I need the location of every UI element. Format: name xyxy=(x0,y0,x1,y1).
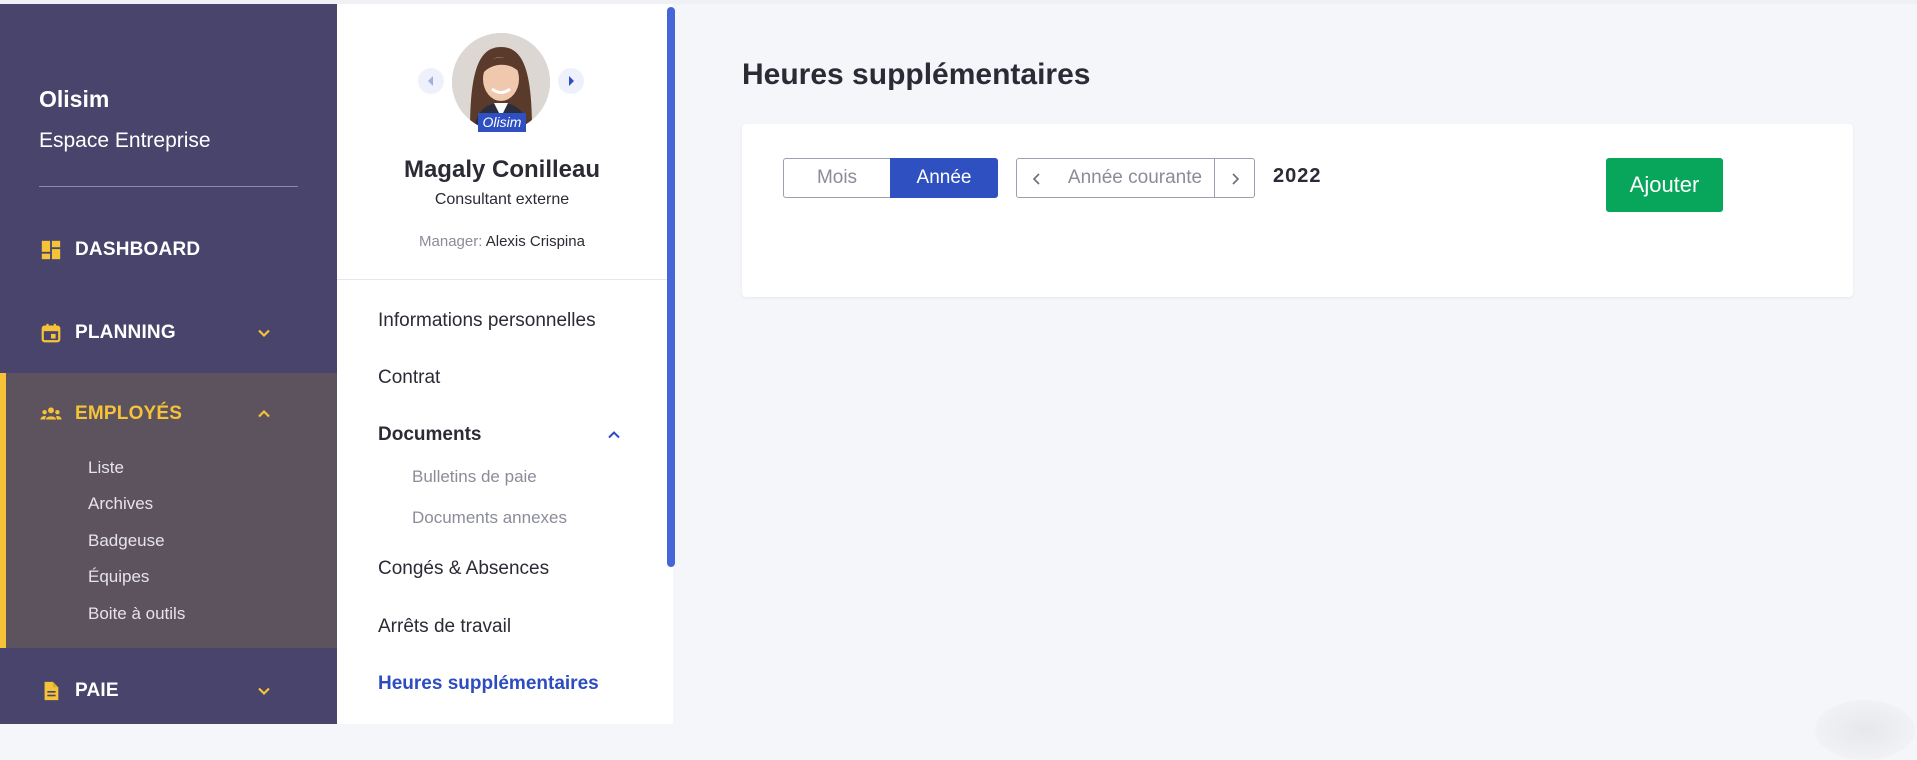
manager-label: Manager: xyxy=(419,233,483,250)
next-period-button[interactable] xyxy=(1214,158,1255,198)
sidebar: Olisim Espace Entreprise DASHBOARD PLANN… xyxy=(0,4,337,724)
sidebar-section-employes: EMPLOYÉS Liste Archives Badgeuse Équipes… xyxy=(0,373,337,648)
period-toggle-annee[interactable]: Année xyxy=(890,158,998,198)
sidebar-item-label: PAIE xyxy=(75,680,119,701)
previous-employee-button[interactable] xyxy=(418,68,444,94)
sidebar-subitem-archives[interactable]: Archives xyxy=(88,494,153,514)
sidebar-item-paie[interactable]: PAIE xyxy=(0,671,337,711)
chevron-up-icon[interactable] xyxy=(607,428,621,442)
corner-shadow xyxy=(1815,700,1915,760)
document-icon xyxy=(44,681,59,701)
employee-name: Magaly Conilleau xyxy=(403,156,601,183)
previous-period-button[interactable] xyxy=(1016,158,1056,198)
selected-year: 2022 xyxy=(1273,165,1322,187)
arrow-right-icon xyxy=(569,76,574,86)
sidebar-item-label: EMPLOYÉS xyxy=(75,403,183,424)
people-icon xyxy=(40,407,62,420)
menu-subitem-documents-annexes[interactable]: Documents annexes xyxy=(412,508,567,528)
brand-name: Olisim xyxy=(39,86,110,112)
sidebar-subitem-boite-a-outils[interactable]: Boite à outils xyxy=(88,604,185,624)
sidebar-item-label: DASHBOARD xyxy=(75,239,201,260)
chevron-down-icon xyxy=(258,329,270,338)
sidebar-divider xyxy=(39,186,298,187)
employee-manager: Manager: Alexis Crispina xyxy=(337,233,667,250)
dashboard-icon xyxy=(41,240,61,260)
next-employee-button[interactable] xyxy=(558,68,584,94)
chevron-down-icon xyxy=(258,687,270,696)
current-period-button[interactable]: Année courante xyxy=(1055,158,1215,198)
panel-scrollbar[interactable] xyxy=(667,7,675,567)
manager-name: Alexis Crispina xyxy=(485,233,585,250)
sidebar-subitem-equipes[interactable]: Équipes xyxy=(88,567,149,587)
sidebar-subitem-badgeuse[interactable]: Badgeuse xyxy=(88,531,165,551)
chevron-left-icon xyxy=(1032,173,1040,185)
menu-item-documents[interactable]: Documents xyxy=(378,424,481,446)
menu-subitem-bulletins-de-paie[interactable]: Bulletins de paie xyxy=(412,467,537,487)
page-title: Heures supplémentaires xyxy=(742,58,1091,91)
sidebar-item-planning[interactable]: PLANNING xyxy=(0,313,337,353)
brand-subtitle: Espace Entreprise xyxy=(39,129,211,152)
menu-item-conges-absences[interactable]: Congés & Absences xyxy=(378,558,549,580)
panel-divider xyxy=(337,279,667,280)
sidebar-item-employes[interactable]: EMPLOYÉS xyxy=(0,394,337,434)
chevron-up-icon xyxy=(258,409,270,418)
calendar-icon xyxy=(41,323,61,343)
employee-role: Consultant externe xyxy=(434,191,570,208)
menu-item-heures-supplementaires[interactable]: Heures supplémentaires xyxy=(378,673,599,695)
menu-item-arrets-de-travail[interactable]: Arrêts de travail xyxy=(378,616,511,638)
arrow-left-icon xyxy=(428,76,433,86)
menu-item-contrat[interactable]: Contrat xyxy=(378,367,440,389)
menu-item-informations-personnelles[interactable]: Informations personnelles xyxy=(378,310,596,332)
period-toggle-mois[interactable]: Mois xyxy=(783,158,890,198)
sidebar-item-dashboard[interactable]: DASHBOARD xyxy=(0,230,337,270)
add-button[interactable]: Ajouter xyxy=(1606,158,1723,212)
chevron-right-icon xyxy=(1232,173,1240,185)
company-tag: Olisim xyxy=(478,113,526,132)
sidebar-subitem-liste[interactable]: Liste xyxy=(88,458,124,478)
sidebar-item-label: PLANNING xyxy=(75,322,176,343)
